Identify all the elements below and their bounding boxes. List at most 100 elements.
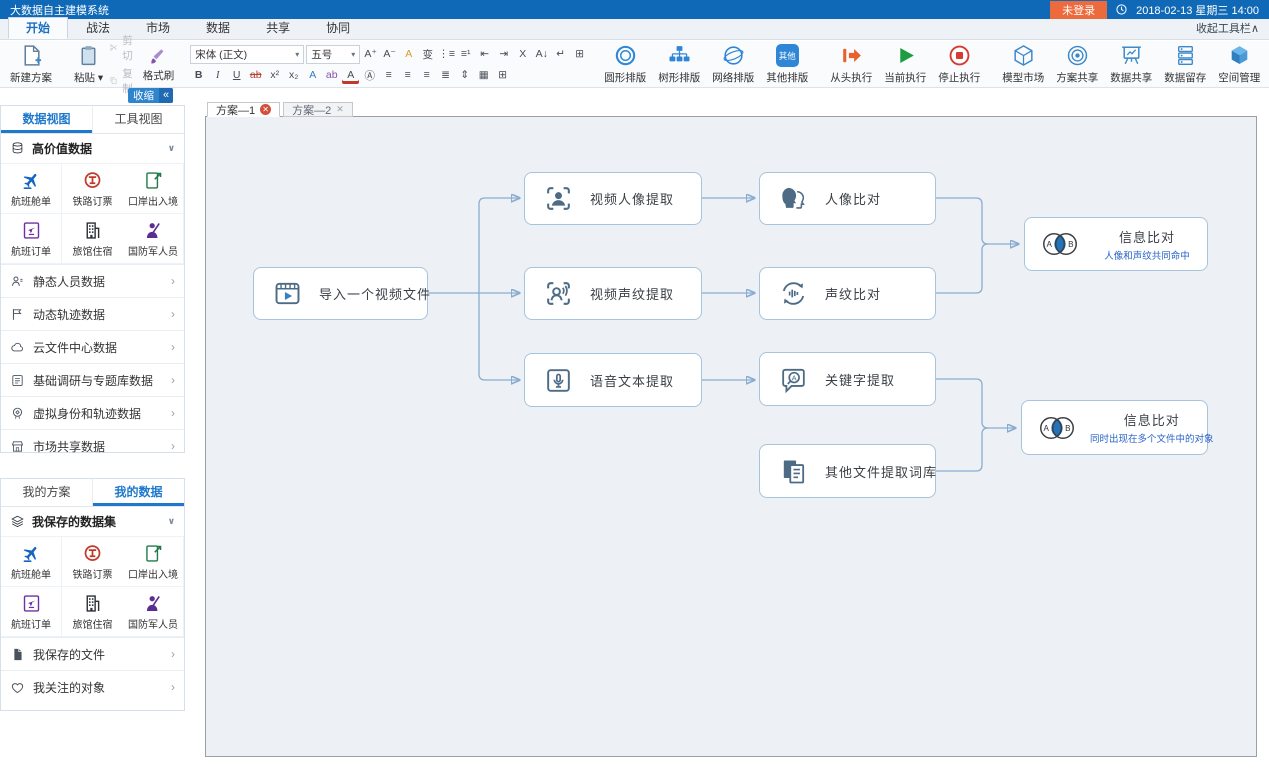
fmt-shading[interactable]: ▦ — [475, 67, 492, 84]
node-info-compare-1[interactable]: 信息比对 人像和声纹共同命中 — [1024, 217, 1208, 271]
fmt-bold[interactable]: B — [190, 67, 207, 84]
node-voice-extract[interactable]: 视频声纹提取 — [524, 267, 702, 320]
sidebar-item-heart[interactable]: 我关注的对象 › — [1, 670, 184, 703]
font-family-select[interactable]: 宋体 (正文)▾ — [190, 45, 304, 64]
fmt-increase-indent[interactable]: ⇥ — [495, 46, 512, 63]
fmt-enclose-char[interactable]: Ⓐ — [361, 67, 378, 84]
sidebar-data-soldier[interactable]: 国防军人员 — [123, 214, 184, 264]
heart-icon — [10, 680, 25, 695]
section-high-value-data[interactable]: 高价值数据 ∨ — [1, 134, 184, 164]
fmt-insert-table[interactable]: ⊞ — [571, 46, 588, 63]
fmt-grow-font[interactable]: A⁺ — [362, 46, 379, 63]
my-data-railway[interactable]: 铁路订票 — [62, 537, 123, 587]
fmt-borders[interactable]: ⊞ — [494, 67, 511, 84]
toolbar-server[interactable]: 数据留存 — [1158, 42, 1212, 86]
fmt-sort[interactable]: A↓ — [533, 46, 550, 63]
sidebar-data-railway[interactable]: 铁路订票 — [62, 164, 123, 214]
toolbar-run-current[interactable]: 当前执行 — [878, 42, 932, 86]
cut-button[interactable]: 剪切 — [109, 33, 137, 63]
fmt-highlight[interactable]: ab — [323, 67, 340, 84]
my-data-flight-order[interactable]: 航班订单 — [1, 587, 62, 637]
fmt-show-marks[interactable]: ↵ — [552, 46, 569, 63]
sidebar-item-doc[interactable]: 基础调研与专题库数据 › — [1, 363, 184, 396]
sidebar-item-market[interactable]: 市场共享数据 › — [1, 429, 184, 462]
new-plan-button[interactable]: 新建方案 — [4, 42, 58, 86]
fmt-align-center[interactable]: ≡ — [399, 67, 416, 84]
sidebar-collapse-button[interactable]: 收缩 « — [128, 88, 173, 103]
fmt-shrink-font[interactable]: A⁻ — [381, 46, 398, 63]
collapse-toolbar-button[interactable]: 收起工具栏∧ — [1196, 19, 1259, 39]
menu-tab-data[interactable]: 数据 — [188, 17, 248, 39]
node-info-compare-2[interactable]: 信息比对 同时出现在多个文件中的对象 — [1021, 400, 1208, 455]
my-data-airplane[interactable]: 航班舱单 — [1, 537, 62, 587]
toolbar-target[interactable]: 方案共享 — [1050, 42, 1104, 86]
node-keyword-extract[interactable]: 关键字提取 — [759, 352, 936, 406]
node-speech-text[interactable]: 语音文本提取 — [524, 353, 702, 407]
fmt-subscript[interactable]: x₂ — [285, 67, 302, 84]
sidebar-data-airplane[interactable]: 航班舱单 — [1, 164, 62, 214]
my-data-hotel[interactable]: 旅馆住宿 — [62, 587, 123, 637]
my-data-border[interactable]: 口岸出入境 — [123, 537, 184, 587]
sidebar-item-head[interactable]: 虚拟身份和轨迹数据 › — [1, 396, 184, 429]
tab-data-view[interactable]: 数据视图 — [1, 106, 93, 133]
fmt-decrease-indent[interactable]: ⇤ — [476, 46, 493, 63]
titlebar-right: 未登录 2018-02-13 星期三 14:00 — [1050, 1, 1259, 19]
menu-tab-collab[interactable]: 协同 — [308, 17, 368, 39]
format-painter-button[interactable]: 格式刷 — [137, 42, 181, 86]
sidebar-data-border[interactable]: 口岸出入境 — [123, 164, 184, 214]
toolbar-net-layout[interactable]: 网络排版 — [706, 42, 760, 86]
node-import-video[interactable]: 导入一个视频文件 — [253, 267, 428, 320]
tab-my-data[interactable]: 我的数据 — [93, 479, 184, 506]
fmt-align-left[interactable]: ≡ — [380, 67, 397, 84]
toolbar-run-stop[interactable]: 停止执行 — [932, 42, 986, 86]
font-size-select[interactable]: 五号▾ — [306, 45, 360, 64]
login-status-badge[interactable]: 未登录 — [1050, 1, 1107, 19]
sidebar-item-cloud[interactable]: 云文件中心数据 › — [1, 330, 184, 363]
sidebar-item-person[interactable]: 静态人员数据 › — [1, 264, 184, 297]
tab-tool-view[interactable]: 工具视图 — [93, 106, 184, 133]
toolbar-circle-layout[interactable]: 圆形排版 — [598, 42, 652, 86]
menu-tab-start[interactable]: 开始 — [8, 17, 68, 39]
close-icon[interactable]: ✕ — [336, 104, 344, 115]
layers-icon — [10, 514, 25, 529]
fmt-align-right[interactable]: ≡ — [418, 67, 435, 84]
fmt-numbering[interactable]: ≡¹ — [457, 46, 474, 63]
fmt-text-effects[interactable]: A — [304, 67, 321, 84]
fmt-italic[interactable]: I — [209, 67, 226, 84]
toolbar-run-start[interactable]: 从头执行 — [824, 42, 878, 86]
close-icon[interactable]: ✕ — [260, 104, 271, 115]
toolbar-cube-solid[interactable]: 空间管理 — [1212, 42, 1266, 86]
fmt-strikethrough[interactable]: ab — [247, 67, 264, 84]
flow-canvas[interactable]: 导入一个视频文件 视频人像提取 视频声纹提取 语音文本提取 人像比对 声纹比对 … — [205, 116, 1257, 757]
paste-button[interactable]: 粘贴 ▾ — [68, 42, 109, 86]
toolbar-tree-layout[interactable]: 树形排版 — [652, 42, 706, 86]
toolbar-other-layout[interactable]: 其他 其他排版 — [760, 42, 814, 86]
node-voice-compare[interactable]: 声纹比对 — [759, 267, 936, 320]
fmt-underline[interactable]: U — [228, 67, 245, 84]
sidebar-item-file[interactable]: 我保存的文件 › — [1, 637, 184, 670]
sidebar-data-hotel[interactable]: 旅馆住宿 — [62, 214, 123, 264]
fmt-line-spacing[interactable]: ⇕ — [456, 67, 473, 84]
sidebar-data-flight-order[interactable]: 航班订单 — [1, 214, 62, 264]
sidebar-item-flag[interactable]: 动态轨迹数据 › — [1, 297, 184, 330]
section-my-saved-datasets[interactable]: 我保存的数据集 ∨ — [1, 507, 184, 537]
node-face-compare[interactable]: 人像比对 — [759, 172, 936, 225]
fmt-font-color[interactable]: A — [342, 67, 359, 84]
fmt-change-case[interactable]: 变 — [419, 46, 436, 63]
fmt-bullets[interactable]: ⋮≡ — [438, 46, 455, 63]
fmt-superscript[interactable]: x² — [266, 67, 283, 84]
menu-tab-market[interactable]: 市场 — [128, 17, 188, 39]
fmt-pinyin-guide[interactable]: A — [400, 46, 417, 63]
toolbar-cube[interactable]: 模型市场 — [996, 42, 1050, 86]
my-data-soldier[interactable]: 国防军人员 — [123, 587, 184, 637]
fmt-asian-layout[interactable]: X — [514, 46, 531, 63]
node-other-files[interactable]: 其他文件提取词库 — [759, 444, 936, 498]
canvas-tab-plan-1[interactable]: 方案—1 ✕ — [207, 102, 280, 117]
menu-tab-share[interactable]: 共享 — [248, 17, 308, 39]
venn-diagram-icon — [1034, 413, 1080, 443]
canvas-tab-plan-2[interactable]: 方案—2 ✕ — [283, 102, 353, 117]
toolbar-board[interactable]: 数据共享 — [1104, 42, 1158, 86]
tab-my-plans[interactable]: 我的方案 — [1, 479, 93, 506]
fmt-justify[interactable]: ≣ — [437, 67, 454, 84]
node-face-extract[interactable]: 视频人像提取 — [524, 172, 702, 225]
